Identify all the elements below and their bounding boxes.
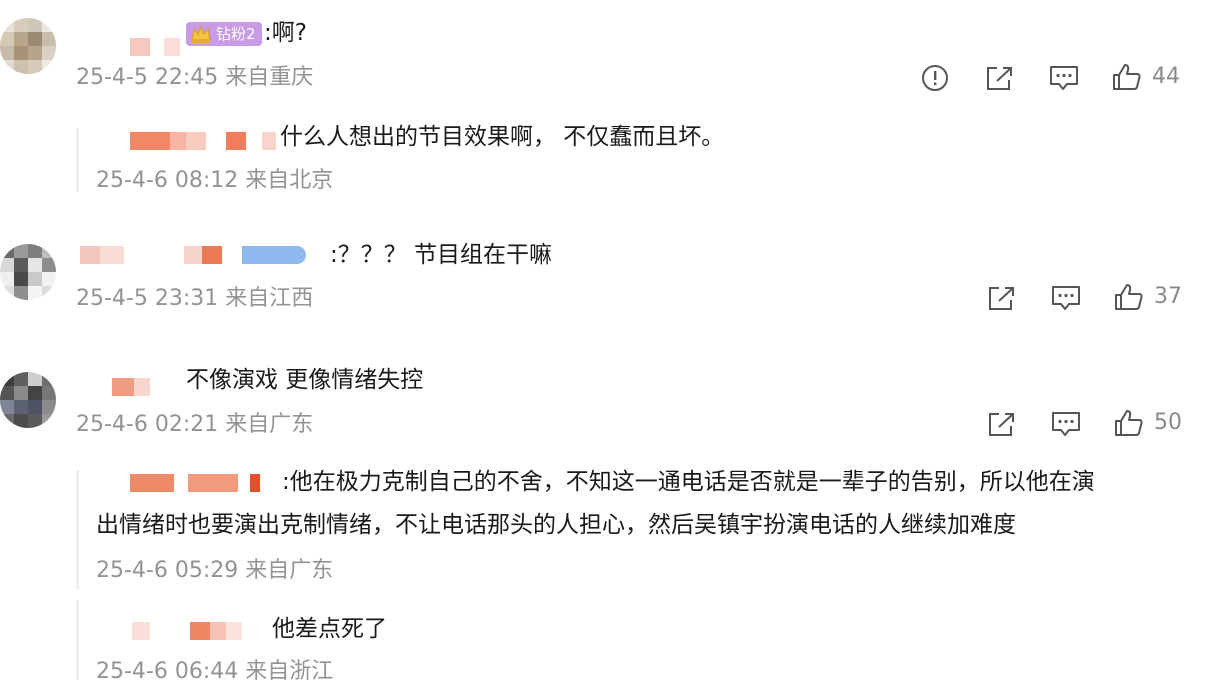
report-button[interactable] bbox=[921, 64, 949, 92]
reply-username[interactable] bbox=[132, 620, 242, 642]
username[interactable] bbox=[112, 376, 150, 398]
reply-time: 25-4-6 05:29 来自广东 bbox=[96, 558, 334, 583]
like-count: 44 bbox=[1152, 64, 1180, 89]
username[interactable] bbox=[80, 244, 306, 266]
like-count: 37 bbox=[1154, 284, 1182, 309]
avatar[interactable] bbox=[0, 372, 56, 428]
reply-divider bbox=[76, 128, 79, 192]
share-icon bbox=[989, 413, 1014, 436]
like-button[interactable]: 50 bbox=[1114, 408, 1182, 438]
comment-button[interactable] bbox=[1051, 410, 1081, 438]
comment-time: 25-4-5 22:45 来自重庆 bbox=[76, 65, 314, 90]
comment-time: 25-4-5 23:31 来自江西 bbox=[76, 286, 314, 311]
comment-icon bbox=[1052, 412, 1080, 436]
comment-button[interactable] bbox=[1051, 284, 1081, 312]
comment-time: 25-4-6 02:21 来自广东 bbox=[76, 412, 314, 437]
reply-divider bbox=[76, 600, 79, 680]
badge-label: 钻粉2 bbox=[216, 25, 256, 43]
share-button[interactable] bbox=[987, 410, 1017, 438]
like-icon bbox=[1113, 64, 1141, 90]
like-button[interactable]: 37 bbox=[1114, 282, 1182, 312]
share-icon bbox=[987, 67, 1012, 90]
report-icon bbox=[922, 65, 948, 91]
username[interactable] bbox=[130, 36, 180, 58]
avatar[interactable] bbox=[0, 244, 56, 300]
reply-time: 25-4-6 08:12 来自北京 bbox=[96, 168, 334, 193]
like-icon bbox=[1115, 410, 1143, 436]
reply-username[interactable] bbox=[130, 472, 260, 494]
share-icon bbox=[989, 287, 1014, 310]
reply-text: 出情绪时也要演出克制情绪，不让电话那头的人担心，然后吴镇宇扮演电话的人继续加难度 bbox=[96, 512, 1016, 538]
crown-icon bbox=[191, 25, 211, 43]
reply-username[interactable] bbox=[130, 130, 276, 152]
reply-text: 他差点死了 bbox=[272, 616, 387, 642]
share-button[interactable] bbox=[985, 64, 1015, 92]
reply-divider bbox=[76, 470, 79, 590]
reply-time: 25-4-6 06:44 来自浙江 bbox=[96, 659, 334, 684]
like-icon bbox=[1115, 284, 1143, 310]
comment-button[interactable] bbox=[1049, 64, 1079, 92]
like-count: 50 bbox=[1154, 410, 1182, 435]
reply-text: :他在极力克制自己的不舍，不知这一通电话是否就是一辈子的告别，所以他在演 bbox=[282, 469, 1095, 495]
reply-text: 什么人想出的节目效果啊， 不仅蠢而且坏。 bbox=[280, 124, 725, 150]
comment-text: :？？？ 节目组在干嘛 bbox=[330, 242, 553, 268]
comment-text: 不像演戏 更像情绪失控 bbox=[186, 367, 424, 393]
comment-icon bbox=[1050, 66, 1078, 90]
share-button[interactable] bbox=[987, 284, 1017, 312]
comment-text: :啊? bbox=[264, 20, 307, 46]
comment-icon bbox=[1052, 286, 1080, 310]
like-button[interactable]: 44 bbox=[1112, 62, 1180, 92]
fan-badge: 钻粉2 bbox=[186, 22, 262, 46]
avatar[interactable] bbox=[0, 18, 56, 74]
